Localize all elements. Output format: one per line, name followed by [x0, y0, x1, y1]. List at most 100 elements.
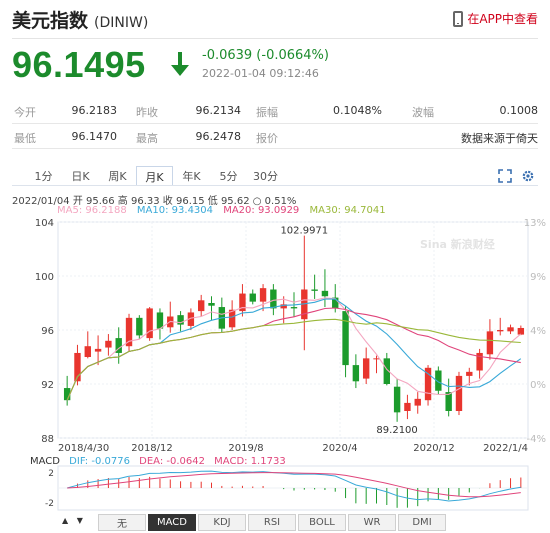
pct-tick-label: 9% — [530, 272, 546, 283]
tab-5min[interactable]: 5分 — [210, 166, 247, 186]
stat-label-open: 今开 — [14, 106, 36, 119]
candle-body — [445, 392, 452, 411]
indicator-tabs: 无 MACD KDJ RSI BOLL WR DMI — [98, 514, 448, 532]
stat-label-low: 最低 — [14, 132, 36, 145]
watermark: Sina 新浪财经 — [420, 237, 495, 251]
x-tick-label: 2018/4/30 — [58, 443, 109, 454]
settings-icon[interactable] — [521, 169, 535, 183]
candle-body — [249, 293, 256, 302]
candle-body — [208, 303, 215, 306]
candle-body — [136, 317, 143, 336]
tab-daily[interactable]: 日K — [62, 166, 99, 186]
stats-row: 最低 96.1470 最高 96.2478 报价 数据来源于倚天 — [12, 126, 538, 150]
stat-label-quote-source: 报价 — [256, 132, 278, 145]
candle-body — [404, 402, 411, 411]
x-tick-label: 2018/12 — [131, 443, 173, 454]
stat-value-amplitude: 0.1048% — [333, 104, 382, 117]
page-title: 美元指数 — [12, 10, 89, 32]
stat-value-open: 96.2183 — [71, 104, 118, 117]
tab-1min[interactable]: 1分 — [25, 166, 62, 186]
tab-weekly[interactable]: 周K — [99, 166, 136, 186]
period-tabs: 1分 日K 周K 月K 年K 5分 30分 — [25, 166, 284, 186]
indicator-tab-macd[interactable]: MACD — [148, 514, 196, 531]
candle-body — [321, 290, 329, 297]
candle-body — [156, 312, 164, 329]
indicator-tab-boll[interactable]: BOLL — [298, 514, 346, 531]
y-tick-label: 104 — [35, 218, 54, 229]
candle-body — [517, 327, 525, 335]
kline-chart-svg: 104 100 96 92 88 13% 9% 4% 0% -4% 2018/4/30 2018/12… — [35, 218, 546, 454]
stat-value-high: 96.2478 — [195, 130, 242, 143]
candle-body — [105, 340, 112, 348]
fullscreen-icon[interactable] — [498, 169, 512, 183]
candle-body — [466, 371, 473, 376]
macd-dif-line — [67, 470, 521, 502]
y-tick-label: 92 — [41, 380, 54, 391]
candle-body — [311, 289, 318, 291]
price-change: -0.0639 (-0.0664%) — [202, 48, 329, 63]
candle-body — [198, 300, 205, 312]
tab-30min[interactable]: 30分 — [247, 166, 284, 186]
ma30-line — [66, 318, 521, 401]
candle-body — [84, 346, 91, 357]
max-annotation: 102.9971 — [280, 226, 328, 237]
candle-body — [270, 289, 277, 309]
open-in-app-link[interactable]: 在APP中查看 — [453, 10, 538, 27]
open-in-app-label: 在APP中查看 — [467, 12, 538, 26]
candle-body — [259, 288, 267, 302]
stat-label-prev-close: 昨收 — [136, 106, 158, 119]
nav-up-icon[interactable]: ▲ — [62, 516, 68, 525]
candle-body — [414, 398, 421, 406]
x-tick-label: 2020/4 — [322, 443, 357, 454]
nav-down-icon[interactable]: ▼ — [77, 516, 83, 525]
candle-body — [507, 327, 514, 332]
candle-body — [455, 375, 463, 411]
stats-divider — [12, 148, 538, 149]
stat-value-low: 96.1470 — [71, 130, 118, 143]
current-price: 96.1495 — [12, 44, 146, 85]
stats-divider — [12, 123, 538, 124]
tab-monthly[interactable]: 月K — [136, 166, 173, 186]
y-tick-label: 96 — [41, 326, 54, 337]
indicator-tab-rsi[interactable]: RSI — [248, 514, 296, 531]
candle-body — [94, 348, 102, 352]
x-tick-label: 2022/1/4 — [483, 443, 528, 454]
page-root: 美元指数 (DINIW) 在APP中查看 96.1495 -0.0639 (-0… — [0, 0, 550, 533]
pct-tick-label: 0% — [530, 380, 546, 391]
candle-body — [497, 330, 504, 332]
title-row: 美元指数 (DINIW) — [12, 6, 148, 32]
pct-tick-label: 4% — [530, 326, 546, 337]
y-tick-label: 100 — [35, 272, 54, 283]
chart-nav-arrows[interactable]: ▲ ▼ — [62, 516, 83, 525]
tabs-underline — [12, 185, 538, 186]
macd-chart-svg: 2 -2 — [45, 465, 529, 511]
quote-time: 2022-01-04 09:12:46 — [202, 67, 319, 80]
macd-chart[interactable]: 2 -2 — [0, 464, 550, 514]
x-tick-label: 2020/12 — [413, 443, 455, 454]
x-tick-label: 2019/8 — [228, 443, 263, 454]
min-annotation: 89.2100 — [376, 425, 417, 436]
indicator-tab-kdj[interactable]: KDJ — [198, 514, 246, 531]
stat-label-amplitude: 振幅 — [256, 106, 278, 119]
pct-tick-label: 13% — [524, 218, 546, 229]
header-divider — [12, 38, 538, 39]
indicator-tab-none[interactable]: 无 — [98, 514, 146, 531]
kline-chart[interactable]: 104 100 96 92 88 13% 9% 4% 0% -4% 2018/4/30 2018/12… — [0, 214, 550, 454]
stat-value-range: 0.1008 — [499, 104, 539, 117]
candle-body — [290, 307, 298, 309]
candle-body — [486, 331, 494, 355]
tab-yearly[interactable]: 年K — [173, 166, 210, 186]
indicator-tab-dmi[interactable]: DMI — [398, 514, 446, 531]
macd-y-tick: -2 — [45, 499, 54, 509]
indicator-tab-wr[interactable]: WR — [348, 514, 396, 531]
candle-body — [352, 365, 360, 382]
stats-row: 今开 96.2183 昨收 96.2134 振幅 0.1048% 波幅 0.10… — [12, 100, 538, 124]
y-tick-label: 88 — [41, 434, 54, 445]
phone-icon — [453, 10, 464, 27]
candle-body — [362, 358, 370, 379]
candle-body — [146, 308, 153, 339]
symbol-code: (DINIW) — [94, 15, 149, 31]
pct-tick-label: -4% — [527, 434, 546, 445]
stat-value-prev-close: 96.2134 — [195, 104, 242, 117]
macd-y-tick: 2 — [48, 469, 54, 479]
